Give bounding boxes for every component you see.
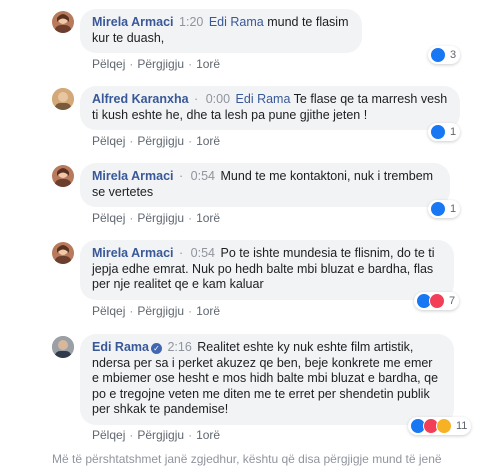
comment-timestamp[interactable]: 0:00 bbox=[206, 92, 230, 106]
comment-timestamp[interactable]: 0:54 bbox=[191, 169, 215, 183]
comment-mention[interactable]: Edi Rama bbox=[209, 15, 264, 29]
avatar[interactable] bbox=[52, 336, 74, 358]
comment-bubble: Edi Rama ✓ 2:16 Realitet eshte ky nuk esh… bbox=[80, 334, 454, 425]
comment-time[interactable]: 1orë bbox=[196, 304, 220, 318]
comment-author[interactable]: Mirela Armaci bbox=[92, 15, 174, 29]
comment-author[interactable]: Mirela Armaci bbox=[92, 246, 174, 260]
reply-link[interactable]: Përgjigju bbox=[137, 211, 184, 225]
separator-dot: · bbox=[179, 246, 184, 260]
comment-time[interactable]: 1orë bbox=[196, 211, 220, 225]
like-link[interactable]: Pëlqej bbox=[92, 428, 125, 442]
avatar[interactable] bbox=[52, 88, 74, 110]
comment-author[interactable]: Alfred Karanxha bbox=[92, 92, 189, 106]
reaction-count: 7 bbox=[449, 295, 456, 307]
like-reaction-icon bbox=[430, 124, 446, 140]
avatar[interactable] bbox=[52, 165, 74, 187]
avatar[interactable] bbox=[52, 242, 74, 264]
comment-actions: Pëlqej · Përgjigju · 1orë bbox=[92, 134, 221, 148]
reaction-summary[interactable]: 7 bbox=[414, 292, 460, 310]
like-link[interactable]: Pëlqej bbox=[92, 304, 125, 318]
comment-time[interactable]: 1orë bbox=[196, 57, 220, 71]
reaction-count: 11 bbox=[456, 420, 468, 432]
comment-actions: Pëlqej · Përgjigju · 1orë bbox=[92, 57, 221, 71]
haha-reaction-icon bbox=[436, 418, 452, 434]
like-reaction-icon bbox=[430, 47, 446, 63]
love-reaction-icon bbox=[429, 293, 445, 309]
reaction-summary[interactable]: 1 bbox=[428, 200, 461, 218]
reaction-summary[interactable]: 1 bbox=[428, 123, 461, 141]
comment-bubble: Alfred Karanxha · 0:00 Edi Rama Te flase… bbox=[80, 86, 460, 130]
separator-dot: · bbox=[179, 169, 184, 183]
reply-link[interactable]: Përgjigju bbox=[137, 57, 184, 71]
reaction-count: 1 bbox=[450, 203, 457, 215]
reaction-count: 1 bbox=[450, 126, 457, 138]
reply-link[interactable]: Përgjigju bbox=[137, 134, 184, 148]
comment-mention[interactable]: Edi Rama bbox=[236, 92, 291, 106]
reply-link[interactable]: Përgjigju bbox=[137, 304, 184, 318]
comment-actions: Pëlqej · Përgjigju · 1orë bbox=[92, 428, 221, 442]
comment-time[interactable]: 1orë bbox=[196, 428, 220, 442]
comment-actions: Pëlqej · Përgjigju · 1orë bbox=[92, 211, 221, 225]
comment-timestamp[interactable]: 2:16 bbox=[167, 340, 191, 354]
comment-bubble: Mirela Armaci · 0:54 Po te ishte mundesi… bbox=[80, 240, 454, 300]
avatar[interactable] bbox=[52, 11, 74, 33]
like-link[interactable]: Pëlqej bbox=[92, 211, 125, 225]
comment-timestamp[interactable]: 1:20 bbox=[179, 15, 203, 29]
comment-time[interactable]: 1orë bbox=[196, 134, 220, 148]
separator-dot: · bbox=[194, 92, 199, 106]
verified-badge-icon: ✓ bbox=[150, 343, 162, 354]
like-reaction-icon bbox=[430, 201, 446, 217]
comment-author[interactable]: Mirela Armaci bbox=[92, 169, 174, 183]
comment-actions: Pëlqej · Përgjigju · 1orë bbox=[92, 304, 221, 318]
like-link[interactable]: Pëlqej bbox=[92, 57, 125, 71]
comment-author[interactable]: Edi Rama bbox=[92, 340, 149, 354]
reply-link[interactable]: Përgjigju bbox=[137, 428, 184, 442]
reaction-summary[interactable]: 3 bbox=[428, 46, 461, 64]
comment-bubble: Mirela Armaci 1:20 Edi Rama mund te flas… bbox=[80, 9, 362, 53]
reaction-count: 3 bbox=[450, 49, 457, 61]
comment-bubble: Mirela Armaci · 0:54 Mund te me kontakto… bbox=[80, 163, 450, 207]
like-link[interactable]: Pëlqej bbox=[92, 134, 125, 148]
reaction-summary[interactable]: 11 bbox=[408, 417, 472, 435]
comment-timestamp[interactable]: 0:54 bbox=[191, 246, 215, 260]
